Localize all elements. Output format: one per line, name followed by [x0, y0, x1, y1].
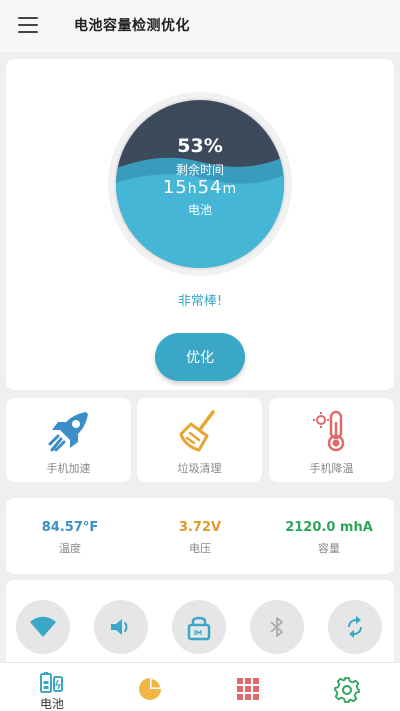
remaining-time-label: 剩余时间: [175, 163, 224, 177]
apps-grid-icon: [237, 678, 259, 700]
battery-label: 电池: [187, 203, 212, 217]
capacity-value: 2120.0 mhA: [285, 520, 373, 535]
tool-label: 手机加速: [46, 462, 91, 475]
pie-chart-icon: [139, 678, 161, 700]
capacity-stat: 2120.0 mhA 容量: [269, 520, 389, 556]
hours-unit: h: [187, 181, 198, 197]
remaining-time-value: 15h54m: [107, 177, 293, 198]
settings-gear-icon: [334, 677, 360, 703]
sync-toggle[interactable]: [328, 600, 382, 654]
broom-icon: [179, 410, 215, 452]
optimize-button[interactable]: 优化: [155, 333, 245, 381]
nav-statistics[interactable]: [100, 663, 200, 711]
wifi-toggle[interactable]: [16, 600, 70, 654]
wifi-icon: [30, 616, 56, 637]
voltage-label: 电压: [189, 542, 211, 555]
hours-value: 15: [162, 177, 188, 198]
app-header: 电池容量检测优化: [0, 0, 400, 52]
tool-label: 手机降温: [309, 462, 354, 475]
battery-status: 非常棒!: [177, 294, 223, 309]
rotation-lock-toggle[interactable]: [172, 600, 226, 654]
battery-stats-card: 84.57°F 温度 3.72V 电压 2120.0 mhA 容量: [6, 498, 394, 574]
temperature-label: 温度: [59, 542, 81, 555]
voltage-stat: 3.72V 电压: [140, 520, 260, 556]
bluetooth-icon: [270, 617, 283, 637]
page-title: 电池容量检测优化: [74, 18, 190, 34]
bluetooth-toggle[interactable]: [250, 600, 304, 654]
minutes-unit: m: [222, 181, 238, 197]
battery-card: 53% 剩余时间 15h54m 电池 非常棒! 优化: [6, 59, 394, 390]
thermometer-icon: [312, 410, 344, 452]
nav-battery-label: 电池: [39, 697, 64, 711]
nav-apps[interactable]: [198, 663, 298, 711]
battery-percent: 53%: [177, 135, 223, 157]
minutes-value: 54: [197, 177, 223, 198]
battery-icon: [40, 672, 63, 693]
volume-icon: [111, 619, 128, 635]
temperature-value: 84.57°F: [41, 520, 99, 535]
volume-toggle[interactable]: [94, 600, 148, 654]
nav-battery[interactable]: 电池: [2, 663, 102, 711]
tool-label: 垃圾清理: [177, 462, 222, 475]
tool-junk-clean[interactable]: 垃圾清理: [137, 398, 262, 482]
lock-rotation-icon: [187, 616, 211, 641]
quick-toggles-card: [6, 580, 394, 670]
tool-speed-up[interactable]: 手机加速: [6, 398, 131, 482]
bottom-navigation: 电池: [0, 662, 400, 711]
menu-icon[interactable]: [18, 17, 38, 33]
sync-icon: [348, 616, 362, 638]
capacity-label: 容量: [318, 542, 340, 555]
tool-cool-down[interactable]: 手机降温: [269, 398, 394, 482]
temperature-stat: 84.57°F 温度: [10, 520, 130, 556]
battery-gauge: 53% 剩余时间 15h54m 电池: [107, 91, 293, 277]
rocket-icon: [48, 412, 88, 452]
voltage-value: 3.72V: [178, 520, 222, 535]
nav-settings[interactable]: [297, 663, 397, 711]
